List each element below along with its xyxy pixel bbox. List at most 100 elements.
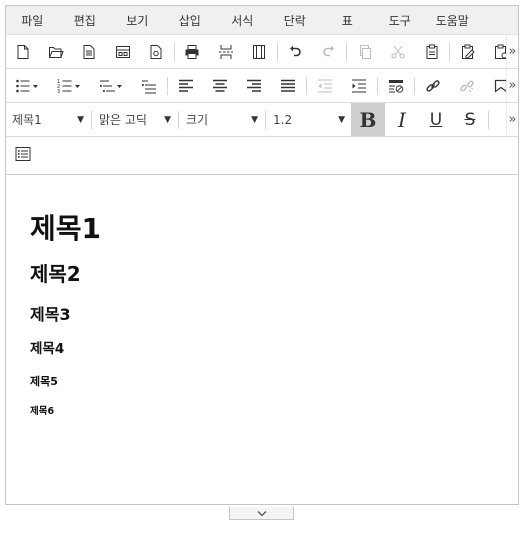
page-break-button[interactable] [209, 35, 242, 68]
cut-button[interactable] [382, 35, 415, 68]
print-icon [185, 44, 199, 59]
toolbar-row-4 [6, 137, 518, 171]
menu-view[interactable]: 보기 [111, 12, 164, 29]
template-button[interactable] [106, 35, 139, 68]
toolbar-separator [173, 42, 175, 61]
document-settings-icon [150, 44, 162, 59]
print-button[interactable] [176, 35, 209, 68]
link-icon [426, 79, 440, 92]
toolbar-separator [167, 76, 168, 95]
document-settings-button[interactable] [139, 35, 172, 68]
toolbar-separator [265, 110, 266, 129]
decrease-indent-button[interactable] [308, 69, 342, 102]
font-size-value: 크기 [186, 113, 209, 127]
chevron-down-icon: ▼ [251, 114, 258, 125]
bold-button[interactable]: B [351, 103, 385, 136]
chevron-down-icon [257, 510, 266, 516]
document-content[interactable]: 제목1 제목2 제목3 제목4 제목5 제목6 [6, 174, 518, 504]
toolbar-row-2: 123 » [6, 69, 518, 103]
outline-list-button[interactable] [132, 69, 166, 102]
menu-table[interactable]: 표 [321, 12, 374, 29]
link-button[interactable] [416, 69, 450, 102]
strikethrough-button[interactable]: S [453, 103, 487, 136]
outline-view-icon [15, 147, 31, 161]
menu-format[interactable]: 서식 [216, 12, 269, 29]
heading-1: 제목1 [30, 212, 102, 245]
outline-list-icon [142, 80, 156, 93]
menu-file[interactable]: 파일 [6, 12, 59, 29]
template-icon [115, 45, 130, 58]
bullet-list-button[interactable] [6, 69, 48, 102]
open-folder-icon [49, 46, 64, 58]
toolbar-separator [276, 42, 278, 61]
toolbar-separator [306, 76, 307, 95]
menu-tools[interactable]: 도구 [374, 12, 427, 29]
toolbar-row-1: » [6, 35, 518, 69]
line-height-value: 1.2 [273, 112, 293, 127]
heading-5: 제목5 [30, 375, 58, 388]
heading-6: 제목6 [30, 406, 55, 417]
line-height-select[interactable]: 1.2 ▼ [267, 103, 351, 136]
editor: 파일 편집 보기 삽입 서식 단락 표 도구 도움말 » 1 2 3 » 제목1… [5, 5, 519, 505]
clear-format-button[interactable] [379, 69, 413, 102]
page-break-icon [218, 44, 233, 59]
font-size-select[interactable]: 크기 ▼ [180, 103, 264, 136]
toolbar-separator [377, 76, 378, 95]
undo-button[interactable] [279, 35, 312, 68]
outline-view-button[interactable] [6, 138, 40, 171]
increase-indent-icon [352, 79, 366, 92]
svg-text:3: 3 [57, 89, 60, 94]
decrease-indent-icon [318, 79, 332, 92]
align-center-button[interactable] [203, 69, 237, 102]
align-right-icon [247, 79, 261, 92]
menubar: 파일 편집 보기 삽입 서식 단락 표 도구 도움말 [6, 6, 518, 35]
numbered-list-icon: 123 [57, 79, 80, 94]
heading-4: 제목4 [30, 341, 65, 357]
multilevel-list-icon [100, 80, 122, 92]
chevron-down-icon: ▼ [77, 114, 84, 125]
toolbar-3-more-button[interactable]: » [506, 103, 518, 136]
font-family-value: 맑은 고딕 [99, 113, 147, 127]
document-button[interactable] [73, 35, 106, 68]
paste-format-button[interactable] [451, 35, 484, 68]
paste-format-icon [462, 44, 475, 59]
font-family-select[interactable]: 맑은 고딕 ▼ [93, 103, 177, 136]
underline-button[interactable]: U [419, 103, 453, 136]
clear-format-icon [389, 79, 404, 93]
toolbar-1-more-button[interactable]: » [506, 35, 518, 68]
new-document-button[interactable] [6, 35, 39, 68]
menu-help[interactable]: 도움말 [426, 12, 479, 29]
align-justify-button[interactable] [271, 69, 305, 102]
paste-icon [426, 44, 438, 59]
align-left-icon [179, 79, 193, 92]
numbered-list-button[interactable]: 123 [48, 69, 90, 102]
italic-button[interactable]: I [385, 103, 419, 136]
new-document-icon [17, 44, 29, 59]
paste-button[interactable] [415, 35, 448, 68]
heading-3: 제목3 [30, 305, 71, 324]
multilevel-list-button[interactable] [90, 69, 132, 102]
toolbar-2-more-button[interactable]: » [506, 69, 518, 102]
redo-button[interactable] [312, 35, 345, 68]
bullet-list-icon [16, 79, 38, 92]
chevron-down-icon: ▼ [164, 114, 171, 125]
toolbar-separator [346, 42, 348, 61]
open-button[interactable] [39, 35, 72, 68]
resize-handle[interactable] [229, 507, 294, 520]
toolbar-separator [91, 110, 92, 129]
align-left-button[interactable] [169, 69, 203, 102]
menu-paragraph[interactable]: 단락 [269, 12, 322, 29]
increase-indent-button[interactable] [342, 69, 376, 102]
copy-button[interactable] [348, 35, 381, 68]
chevron-down-icon: ▼ [338, 114, 345, 125]
menu-insert[interactable]: 삽입 [164, 12, 217, 29]
copy-icon [360, 44, 372, 59]
unlink-button[interactable] [450, 69, 484, 102]
fit-page-button[interactable] [242, 35, 275, 68]
paragraph-style-value: 제목1 [12, 113, 42, 127]
toolbar-row-3: 제목1 ▼ 맑은 고딕 ▼ 크기 ▼ 1.2 ▼ B I U S » [6, 103, 518, 137]
paragraph-style-select[interactable]: 제목1 ▼ [6, 103, 90, 136]
menu-edit[interactable]: 편집 [59, 12, 112, 29]
align-right-button[interactable] [237, 69, 271, 102]
undo-icon [290, 45, 302, 56]
